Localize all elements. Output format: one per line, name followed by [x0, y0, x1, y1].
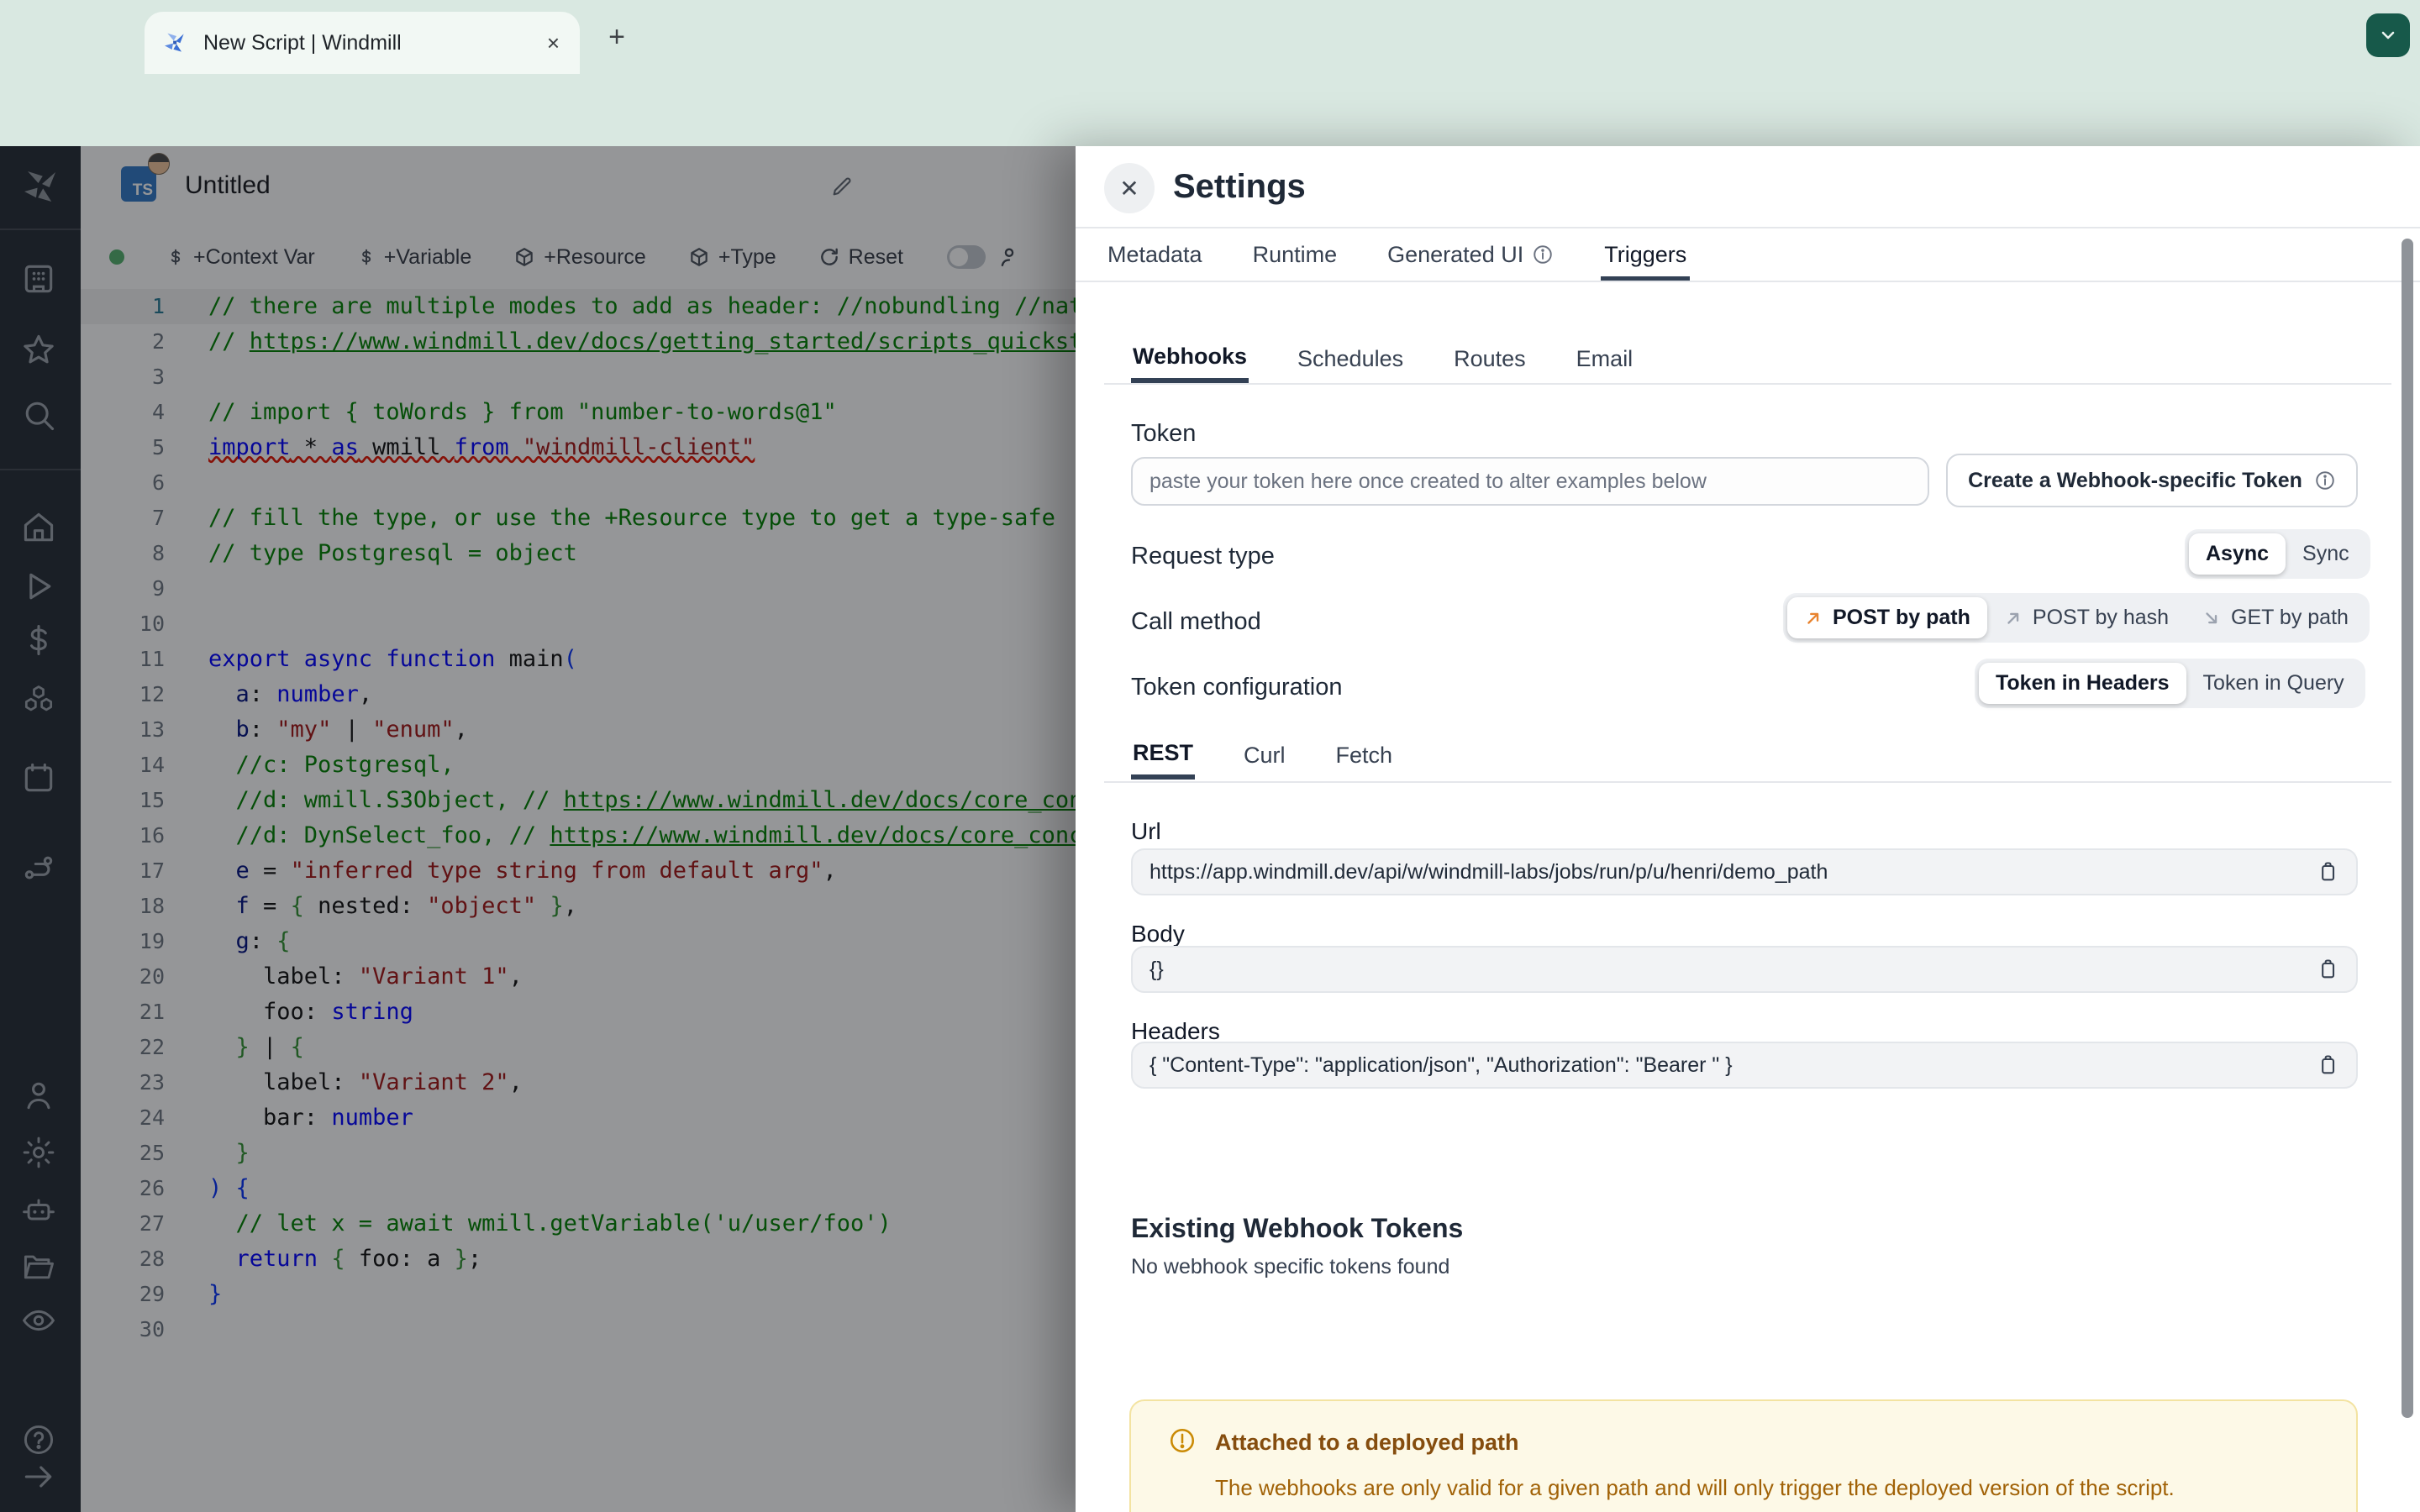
token-label: Token — [1131, 420, 1197, 447]
alert-circle-icon — [1168, 1426, 1197, 1455]
request-type-group: Async Sync — [2185, 529, 2370, 579]
example-tab-curl[interactable]: Curl — [1242, 731, 1287, 780]
tab-label: Email — [1576, 345, 1634, 371]
tab-close-icon[interactable]: × — [544, 29, 563, 57]
tab-label: Metadata — [1107, 241, 1202, 267]
example-tab-fetch[interactable]: Fetch — [1334, 731, 1395, 780]
arrow-up-right-icon — [2004, 609, 2023, 627]
option-label: Token in Query — [2202, 671, 2344, 695]
token-config-token-in-query[interactable]: Token in Query — [2186, 663, 2361, 704]
tab-label: Curl — [1244, 742, 1286, 768]
divider — [1104, 781, 2391, 783]
settings-tabs: Metadata Runtime Generated UI Triggers — [1104, 228, 1691, 281]
deployed-path-warning: Attached to a deployed path The webhooks… — [1129, 1399, 2358, 1512]
tab-label: Routes — [1454, 345, 1526, 371]
call-method-label: Call method — [1131, 608, 1261, 635]
request-type-async[interactable]: Async — [2189, 533, 2286, 575]
tab-search-chevron-button[interactable] — [2366, 13, 2410, 57]
tab-label: REST — [1133, 739, 1194, 765]
example-tab-rest[interactable]: REST — [1131, 731, 1196, 780]
body-label: Body — [1131, 921, 1185, 947]
request-type-label: Request type — [1131, 543, 1275, 570]
body-field[interactable]: {} — [1131, 946, 2358, 993]
token-config-group: Token in Headers Token in Query — [1975, 659, 2365, 708]
warning-title: Attached to a deployed path — [1215, 1430, 1519, 1455]
settings-drawer: ✕ Settings Metadata Runtime Generated UI Tr… — [1076, 146, 2420, 1512]
copy-icon[interactable] — [2316, 860, 2339, 884]
tab-label: Fetch — [1335, 742, 1393, 768]
browser-tabstrip: New Script | Windmill × + — [0, 0, 2420, 74]
create-webhook-token-button[interactable]: Create a Webhook-specific Token — [1946, 454, 2358, 507]
call-method-get-by-path[interactable]: GET by path — [2186, 597, 2365, 638]
request-type-sync[interactable]: Sync — [2286, 533, 2366, 575]
tab-label: Schedules — [1297, 345, 1404, 371]
browser-window: New Script | Windmill × + app.windmill.d… — [0, 0, 2420, 1512]
trigger-tab-webhooks[interactable]: Webhooks — [1131, 334, 1249, 383]
tab-triggers[interactable]: Triggers — [1601, 228, 1691, 281]
url-field[interactable]: https://app.windmill.dev/api/w/windmill-… — [1131, 848, 2358, 895]
option-label: POST by hash — [2032, 606, 2170, 629]
example-tabs: REST Curl Fetch — [1131, 731, 1394, 781]
new-tab-button[interactable]: + — [598, 18, 635, 55]
tab-label: Runtime — [1252, 241, 1338, 267]
warning-body: The webhooks are only valid for a given … — [1215, 1475, 2175, 1500]
option-label: POST by path — [1833, 606, 1970, 629]
tab-generated-ui[interactable]: Generated UI — [1384, 228, 1557, 281]
option-label: Async — [2206, 542, 2270, 565]
tab-metadata[interactable]: Metadata — [1104, 228, 1206, 281]
info-icon — [1532, 244, 1554, 265]
tab-label: Webhooks — [1133, 343, 1248, 369]
tab-label: Generated UI — [1387, 241, 1524, 267]
divider — [1104, 383, 2391, 385]
headers-value: { "Content-Type": "application/json", "A… — [1150, 1053, 1733, 1077]
option-label: Token in Headers — [1996, 671, 2170, 695]
copy-icon[interactable] — [2316, 1053, 2339, 1077]
arrow-down-right-icon — [2202, 609, 2221, 627]
url-label: Url — [1131, 818, 1161, 844]
option-label: GET by path — [2231, 606, 2349, 629]
trigger-tab-routes[interactable]: Routes — [1452, 334, 1528, 383]
drawer-scrollbar[interactable] — [2402, 239, 2413, 1418]
tab-label: Triggers — [1604, 241, 1687, 267]
trigger-tab-schedules[interactable]: Schedules — [1296, 334, 1405, 383]
chevron-down-icon — [2381, 31, 2395, 39]
token-config-label: Token configuration — [1131, 674, 1343, 701]
call-method-post-by-hash[interactable]: POST by hash — [1987, 597, 2186, 638]
token-input[interactable]: paste your token here once created to al… — [1131, 457, 1929, 506]
url-value: https://app.windmill.dev/api/w/windmill-… — [1150, 859, 1828, 884]
app-content: TS Untitled +Context Var +Variable +Resour… — [0, 146, 2420, 1512]
browser-tab[interactable]: New Script | Windmill × — [145, 12, 580, 74]
close-icon[interactable]: ✕ — [1104, 163, 1155, 213]
browser-toolbar: app.windmill.dev/scripts/add#JTdCJTIyaGF… — [0, 74, 2420, 208]
tab-title: New Script | Windmill — [203, 30, 402, 55]
token-config-token-in-headers[interactable]: Token in Headers — [1979, 663, 2186, 704]
arrow-up-right-icon — [1804, 609, 1823, 627]
info-icon — [2316, 471, 2334, 490]
call-method-group: POST by path POST by hash GET by path — [1783, 593, 2370, 643]
call-method-post-by-path[interactable]: POST by path — [1787, 597, 1987, 638]
drawer-dim-overlay[interactable] — [0, 146, 1076, 1512]
token-placeholder: paste your token here once created to al… — [1150, 469, 1707, 493]
existing-tokens-empty: No webhook specific tokens found — [1131, 1255, 1450, 1278]
option-label: Sync — [2302, 542, 2349, 565]
headers-field[interactable]: { "Content-Type": "application/json", "A… — [1131, 1042, 2358, 1089]
settings-title: Settings — [1173, 168, 1306, 205]
divider — [1076, 281, 2420, 282]
trigger-tab-email[interactable]: Email — [1575, 334, 1635, 383]
tab-runtime[interactable]: Runtime — [1249, 228, 1341, 281]
windmill-favicon-icon — [161, 29, 188, 56]
existing-tokens-title: Existing Webhook Tokens — [1131, 1213, 1464, 1243]
body-value: {} — [1150, 957, 1164, 981]
trigger-tabs: Webhooks Schedules Routes Email — [1131, 334, 1634, 383]
copy-icon[interactable] — [2316, 958, 2339, 981]
